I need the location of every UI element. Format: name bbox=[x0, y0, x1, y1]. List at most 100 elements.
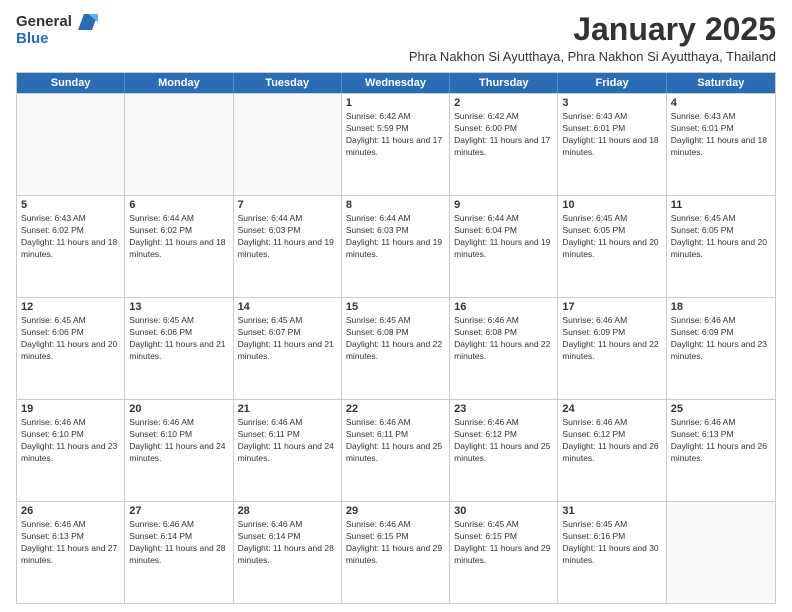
day-info: Sunrise: 6:46 AMSunset: 6:13 PMDaylight:… bbox=[671, 417, 771, 465]
day-number: 15 bbox=[346, 301, 445, 313]
table-row: 29 Sunrise: 6:46 AMSunset: 6:15 PMDayligh… bbox=[342, 502, 450, 603]
day-number: 27 bbox=[129, 505, 228, 517]
table-row: 20 Sunrise: 6:46 AMSunset: 6:10 PMDayligh… bbox=[125, 400, 233, 501]
day-info: Sunrise: 6:46 AMSunset: 6:10 PMDaylight:… bbox=[129, 417, 228, 465]
week-5: 26 Sunrise: 6:46 AMSunset: 6:13 PMDayligh… bbox=[17, 501, 775, 603]
day-info: Sunrise: 6:42 AMSunset: 5:59 PMDaylight:… bbox=[346, 111, 445, 159]
day-info: Sunrise: 6:46 AMSunset: 6:10 PMDaylight:… bbox=[21, 417, 120, 465]
day-number: 11 bbox=[671, 199, 771, 211]
table-row: 4 Sunrise: 6:43 AMSunset: 6:01 PMDaylight… bbox=[667, 94, 775, 195]
day-number: 28 bbox=[238, 505, 337, 517]
calendar-body: 1 Sunrise: 6:42 AMSunset: 5:59 PMDaylight… bbox=[17, 93, 775, 603]
table-row: 22 Sunrise: 6:46 AMSunset: 6:11 PMDayligh… bbox=[342, 400, 450, 501]
table-row: 8Sunrise: 6:44 AMSunset: 6:03 PMDaylight… bbox=[342, 196, 450, 297]
week-2: 5 Sunrise: 6:43 AMSunset: 6:02 PMDaylight… bbox=[17, 195, 775, 297]
table-row: 30 Sunrise: 6:45 AMSunset: 6:15 PMDayligh… bbox=[450, 502, 558, 603]
table-row: 7 Sunrise: 6:44 AMSunset: 6:03 PMDaylight… bbox=[234, 196, 342, 297]
location-title: Phra Nakhon Si Ayutthaya, Phra Nakhon Si… bbox=[106, 49, 776, 64]
day-number: 4 bbox=[671, 97, 771, 109]
day-number: 12 bbox=[21, 301, 120, 313]
table-row: 28 Sunrise: 6:46 AMSunset: 6:14 PMDayligh… bbox=[234, 502, 342, 603]
table-row: 13 Sunrise: 6:45 AMSunset: 6:06 PMDayligh… bbox=[125, 298, 233, 399]
day-info: Sunrise: 6:46 AMSunset: 6:15 PMDaylight:… bbox=[346, 519, 445, 567]
header-sunday: Sunday bbox=[17, 73, 125, 93]
day-info: Sunrise: 6:45 AMSunset: 6:05 PMDaylight:… bbox=[562, 213, 661, 261]
day-info: Sunrise: 6:46 AMSunset: 6:08 PMDaylight:… bbox=[454, 315, 553, 363]
week-4: 19 Sunrise: 6:46 AMSunset: 6:10 PMDayligh… bbox=[17, 399, 775, 501]
day-number: 16 bbox=[454, 301, 553, 313]
day-info: Sunrise: 6:42 AMSunset: 6:00 PMDaylight:… bbox=[454, 111, 553, 159]
table-row: 17 Sunrise: 6:46 AMSunset: 6:09 PMDayligh… bbox=[558, 298, 666, 399]
day-info: Sunrise: 6:46 AMSunset: 6:11 PMDaylight:… bbox=[346, 417, 445, 465]
day-number: 18 bbox=[671, 301, 771, 313]
week-3: 12 Sunrise: 6:45 AMSunset: 6:06 PMDayligh… bbox=[17, 297, 775, 399]
logo-blue: Blue bbox=[16, 30, 49, 47]
day-number: 26 bbox=[21, 505, 120, 517]
week-1: 1 Sunrise: 6:42 AMSunset: 5:59 PMDaylight… bbox=[17, 93, 775, 195]
day-number: 30 bbox=[454, 505, 553, 517]
day-number: 7 bbox=[238, 199, 337, 211]
day-info: Sunrise: 6:46 AMSunset: 6:11 PMDaylight:… bbox=[238, 417, 337, 465]
day-info: Sunrise: 6:46 AMSunset: 6:09 PMDaylight:… bbox=[562, 315, 661, 363]
day-info: Sunrise: 6:44 AMSunset: 6:02 PMDaylight:… bbox=[129, 213, 228, 261]
day-info: Sunrise: 6:45 AMSunset: 6:07 PMDaylight:… bbox=[238, 315, 337, 363]
day-info: Sunrise: 6:46 AMSunset: 6:09 PMDaylight:… bbox=[671, 315, 771, 363]
table-row: 9Sunrise: 6:44 AMSunset: 6:04 PMDaylight… bbox=[450, 196, 558, 297]
day-number: 22 bbox=[346, 403, 445, 415]
header: General Blue January 2025 Phra Nakhon Si… bbox=[16, 12, 776, 64]
day-number: 29 bbox=[346, 505, 445, 517]
day-number: 21 bbox=[238, 403, 337, 415]
table-row: 5 Sunrise: 6:43 AMSunset: 6:02 PMDaylight… bbox=[17, 196, 125, 297]
day-number: 1 bbox=[346, 97, 445, 109]
logo-general: General bbox=[16, 13, 72, 30]
day-info: Sunrise: 6:46 AMSunset: 6:14 PMDaylight:… bbox=[238, 519, 337, 567]
day-info: Sunrise: 6:44 AMSunset: 6:03 PMDaylight:… bbox=[346, 213, 445, 261]
day-number: 25 bbox=[671, 403, 771, 415]
table-row: 6 Sunrise: 6:44 AMSunset: 6:02 PMDaylight… bbox=[125, 196, 233, 297]
day-number: 31 bbox=[562, 505, 661, 517]
day-number: 24 bbox=[562, 403, 661, 415]
header-saturday: Saturday bbox=[667, 73, 775, 93]
table-row: 16 Sunrise: 6:46 AMSunset: 6:08 PMDayligh… bbox=[450, 298, 558, 399]
table-row bbox=[234, 94, 342, 195]
day-info: Sunrise: 6:45 AMSunset: 6:15 PMDaylight:… bbox=[454, 519, 553, 567]
table-row bbox=[667, 502, 775, 603]
day-info: Sunrise: 6:43 AMSunset: 6:01 PMDaylight:… bbox=[671, 111, 771, 159]
table-row: 1 Sunrise: 6:42 AMSunset: 5:59 PMDaylight… bbox=[342, 94, 450, 195]
header-monday: Monday bbox=[125, 73, 233, 93]
table-row: 24Sunrise: 6:46 AMSunset: 6:12 PMDayligh… bbox=[558, 400, 666, 501]
table-row: 23Sunrise: 6:46 AMSunset: 6:12 PMDayligh… bbox=[450, 400, 558, 501]
day-number: 6 bbox=[129, 199, 228, 211]
table-row: 2Sunrise: 6:42 AMSunset: 6:00 PMDaylight… bbox=[450, 94, 558, 195]
table-row: 31Sunrise: 6:45 AMSunset: 6:16 PMDayligh… bbox=[558, 502, 666, 603]
day-number: 19 bbox=[21, 403, 120, 415]
day-number: 20 bbox=[129, 403, 228, 415]
day-info: Sunrise: 6:46 AMSunset: 6:14 PMDaylight:… bbox=[129, 519, 228, 567]
header-friday: Friday bbox=[558, 73, 666, 93]
day-info: Sunrise: 6:44 AMSunset: 6:03 PMDaylight:… bbox=[238, 213, 337, 261]
day-info: Sunrise: 6:45 AMSunset: 6:05 PMDaylight:… bbox=[671, 213, 771, 261]
logo: General Blue bbox=[16, 12, 106, 48]
day-info: Sunrise: 6:46 AMSunset: 6:13 PMDaylight:… bbox=[21, 519, 120, 567]
table-row: 10 Sunrise: 6:45 AMSunset: 6:05 PMDayligh… bbox=[558, 196, 666, 297]
day-info: Sunrise: 6:46 AMSunset: 6:12 PMDaylight:… bbox=[454, 417, 553, 465]
day-info: Sunrise: 6:45 AMSunset: 6:08 PMDaylight:… bbox=[346, 315, 445, 363]
table-row bbox=[17, 94, 125, 195]
title-block: January 2025 Phra Nakhon Si Ayutthaya, P… bbox=[106, 12, 776, 64]
logo-icon bbox=[74, 12, 98, 30]
table-row: 27 Sunrise: 6:46 AMSunset: 6:14 PMDayligh… bbox=[125, 502, 233, 603]
day-number: 5 bbox=[21, 199, 120, 211]
day-number: 13 bbox=[129, 301, 228, 313]
table-row: 15 Sunrise: 6:45 AMSunset: 6:08 PMDayligh… bbox=[342, 298, 450, 399]
table-row: 25 Sunrise: 6:46 AMSunset: 6:13 PMDayligh… bbox=[667, 400, 775, 501]
header-thursday: Thursday bbox=[450, 73, 558, 93]
header-wednesday: Wednesday bbox=[342, 73, 450, 93]
day-info: Sunrise: 6:45 AMSunset: 6:06 PMDaylight:… bbox=[129, 315, 228, 363]
day-info: Sunrise: 6:45 AMSunset: 6:06 PMDaylight:… bbox=[21, 315, 120, 363]
day-number: 10 bbox=[562, 199, 661, 211]
table-row: 21 Sunrise: 6:46 AMSunset: 6:11 PMDayligh… bbox=[234, 400, 342, 501]
table-row: 12 Sunrise: 6:45 AMSunset: 6:06 PMDayligh… bbox=[17, 298, 125, 399]
day-info: Sunrise: 6:43 AMSunset: 6:02 PMDaylight:… bbox=[21, 213, 120, 261]
day-number: 17 bbox=[562, 301, 661, 313]
table-row: 11 Sunrise: 6:45 AMSunset: 6:05 PMDayligh… bbox=[667, 196, 775, 297]
